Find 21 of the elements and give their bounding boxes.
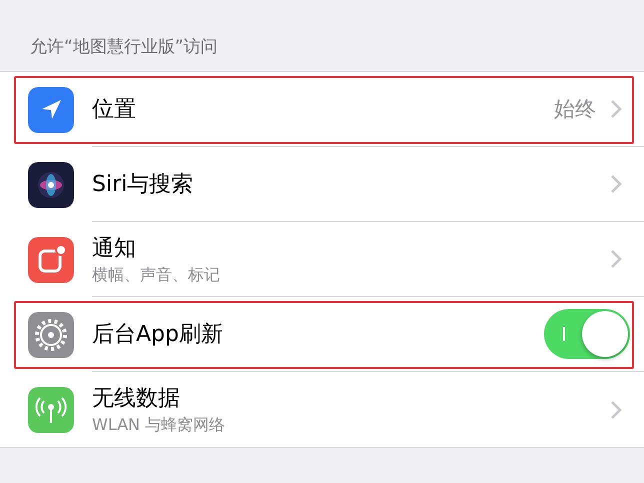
- chevron-icon[interactable]: [610, 249, 622, 269]
- row-subtitle: WLAN 与蜂窝网络: [92, 415, 226, 436]
- chevron-icon[interactable]: [610, 174, 622, 194]
- row-title: Siri与搜索: [92, 171, 194, 199]
- settings-row[interactable]: Siri与搜索: [0, 147, 644, 222]
- notification-icon: [28, 236, 74, 282]
- row-title: 无线数据: [92, 385, 181, 413]
- settings-row[interactable]: 通知 横幅、声音、标记: [0, 222, 644, 297]
- antenna-icon: [28, 386, 74, 432]
- section-header: 允许“地图慧行业版”访问: [30, 36, 218, 58]
- row-subtitle: 横幅、声音、标记: [92, 264, 221, 286]
- chevron-icon[interactable]: [610, 99, 622, 119]
- row-value: 始终: [554, 96, 596, 123]
- gear-icon: [28, 312, 74, 358]
- siri-icon: [28, 162, 74, 208]
- row-title: 通知: [92, 234, 137, 262]
- settings-row[interactable]: 无线数据 WLAN 与蜂窝网络: [0, 372, 644, 447]
- chevron-icon[interactable]: [610, 400, 622, 420]
- toggle-switch[interactable]: [544, 309, 630, 359]
- row-title: 后台App刷新: [92, 321, 224, 349]
- row-title: 位置: [92, 96, 137, 124]
